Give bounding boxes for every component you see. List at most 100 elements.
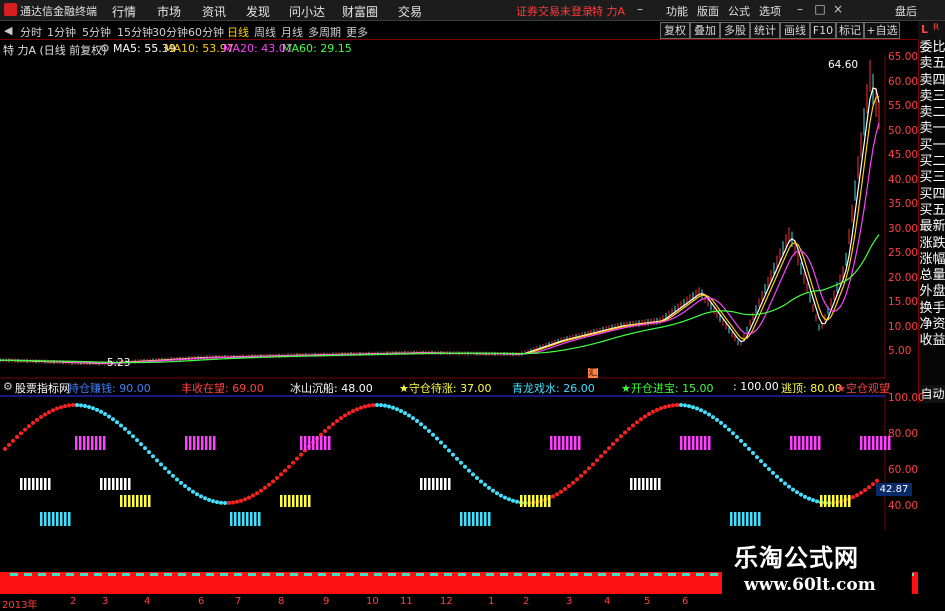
indicator-dot: [803, 494, 807, 499]
indicator-dot: [283, 468, 287, 473]
band-mark: [318, 573, 326, 576]
signal-bar: [680, 436, 683, 450]
sidebar-item-sell3[interactable]: 卖三: [919, 89, 945, 105]
signal-bar: [148, 495, 151, 507]
sidebar-item-buy3[interactable]: 买三: [919, 170, 945, 186]
signal-bar: [692, 436, 695, 450]
sidebar-item-turnover[interactable]: 换手: [919, 301, 945, 317]
indicator-dot: [23, 427, 27, 432]
indicator-dot: [367, 403, 371, 408]
indicator-dot: [327, 425, 331, 430]
signal-bar: [68, 512, 71, 526]
band-mark: [710, 573, 718, 576]
indicator-dot: [195, 492, 199, 497]
indicator-dot: [107, 414, 111, 419]
indicator-dot: [391, 405, 395, 410]
sidebar-item-latest[interactable]: 最新: [919, 219, 945, 235]
indicator-dot: [211, 499, 215, 504]
sidebar-item-sell4[interactable]: 卖四: [919, 73, 945, 89]
sidebar-item-change-pct[interactable]: 涨幅: [919, 252, 945, 268]
signal-bar: [144, 495, 147, 507]
indicator-dot: [627, 426, 631, 431]
indicator-dot: [35, 417, 39, 422]
signal-bar: [280, 495, 283, 507]
indicator-dot: [631, 423, 635, 428]
indicator-name[interactable]: 股票指标网: [15, 380, 70, 396]
indicator-dot: [127, 430, 131, 435]
sidebar-item-outer[interactable]: 外盘: [919, 284, 945, 300]
sidebar-item-change[interactable]: 涨跌: [919, 236, 945, 252]
signal-bar: [688, 436, 691, 450]
band-mark: [192, 573, 200, 576]
indicator-dot: [471, 472, 475, 477]
band-mark: [458, 573, 466, 576]
indicator-dot: [575, 477, 579, 482]
sidebar-item-net-asset[interactable]: 净资: [919, 317, 945, 333]
indicator-settings-icon[interactable]: ⚙: [3, 380, 13, 393]
signal-bar: [868, 436, 871, 450]
indicator-dot: [243, 497, 247, 502]
band-mark: [346, 573, 354, 576]
signal-bar: [44, 478, 47, 490]
indicator-dot: [427, 429, 431, 434]
indicator-dot: [115, 420, 119, 425]
band-mark: [444, 573, 452, 576]
indicator-dot: [167, 470, 171, 475]
band-mark: [430, 573, 438, 576]
signal-bar: [844, 495, 847, 507]
indicator-dot: [647, 412, 651, 417]
sidebar-item-sell1[interactable]: 卖一: [919, 121, 945, 137]
band-mark: [304, 573, 312, 576]
sidebar-item-volume[interactable]: 总量: [919, 268, 945, 284]
indicator-dot: [479, 479, 483, 484]
signal-bar: [197, 436, 200, 450]
indicator-dot: [759, 459, 763, 464]
indicator-dot: [135, 438, 139, 443]
band-mark: [66, 573, 74, 576]
price-axis-label: 45.00: [888, 149, 919, 161]
indicator-dot: [279, 472, 283, 477]
band-mark: [556, 573, 564, 576]
sidebar-item-sell2[interactable]: 卖二: [919, 105, 945, 121]
indicator-dot: [443, 444, 447, 449]
sidebar-item-earnings[interactable]: 收益: [919, 333, 945, 349]
indicator-dot: [559, 489, 563, 494]
x-tick: 5: [644, 596, 651, 607]
indicator-dot: [715, 417, 719, 422]
signal-bar: [544, 495, 547, 507]
band-mark: [80, 573, 88, 576]
current-indicator-value: 42.87: [876, 483, 912, 496]
kline-chart[interactable]: [0, 0, 945, 609]
signal-bar: [83, 436, 86, 450]
indicator-dot: [423, 425, 427, 430]
indicator-series: [3, 403, 891, 526]
band-mark: [528, 573, 536, 576]
indicator-dot: [259, 488, 263, 493]
sidebar-item-buy2[interactable]: 买二: [919, 154, 945, 170]
indicator-dot: [363, 404, 367, 409]
signal-bar: [32, 478, 35, 490]
sidebar-item-weibi[interactable]: 委比: [919, 40, 945, 56]
signal-bar: [246, 512, 249, 526]
indicator-dot: [655, 407, 659, 412]
signal-bar: [300, 495, 303, 507]
indicator-dot: [371, 403, 375, 408]
indicator-dot: [355, 407, 359, 412]
indicator-dot: [83, 403, 87, 408]
band-mark: [94, 573, 102, 576]
signal-bar: [548, 495, 551, 507]
signal-bar: [320, 436, 323, 450]
signal-bar: [100, 478, 103, 490]
sidebar-item-buy1[interactable]: 买一: [919, 138, 945, 154]
indicator-dot: [571, 480, 575, 485]
indicator-dot: [335, 419, 339, 424]
event-marker[interactable]: 汇: [588, 368, 598, 378]
sidebar-item-buy4[interactable]: 买四: [919, 187, 945, 203]
signal-bar: [116, 478, 119, 490]
band-mark: [178, 573, 186, 576]
indicator-dot: [263, 485, 267, 490]
x-tick: 3: [102, 596, 109, 607]
sidebar-item-sell5[interactable]: 卖五: [919, 56, 945, 72]
indicator-dot: [555, 492, 559, 497]
sidebar-item-buy5[interactable]: 买五: [919, 203, 945, 219]
